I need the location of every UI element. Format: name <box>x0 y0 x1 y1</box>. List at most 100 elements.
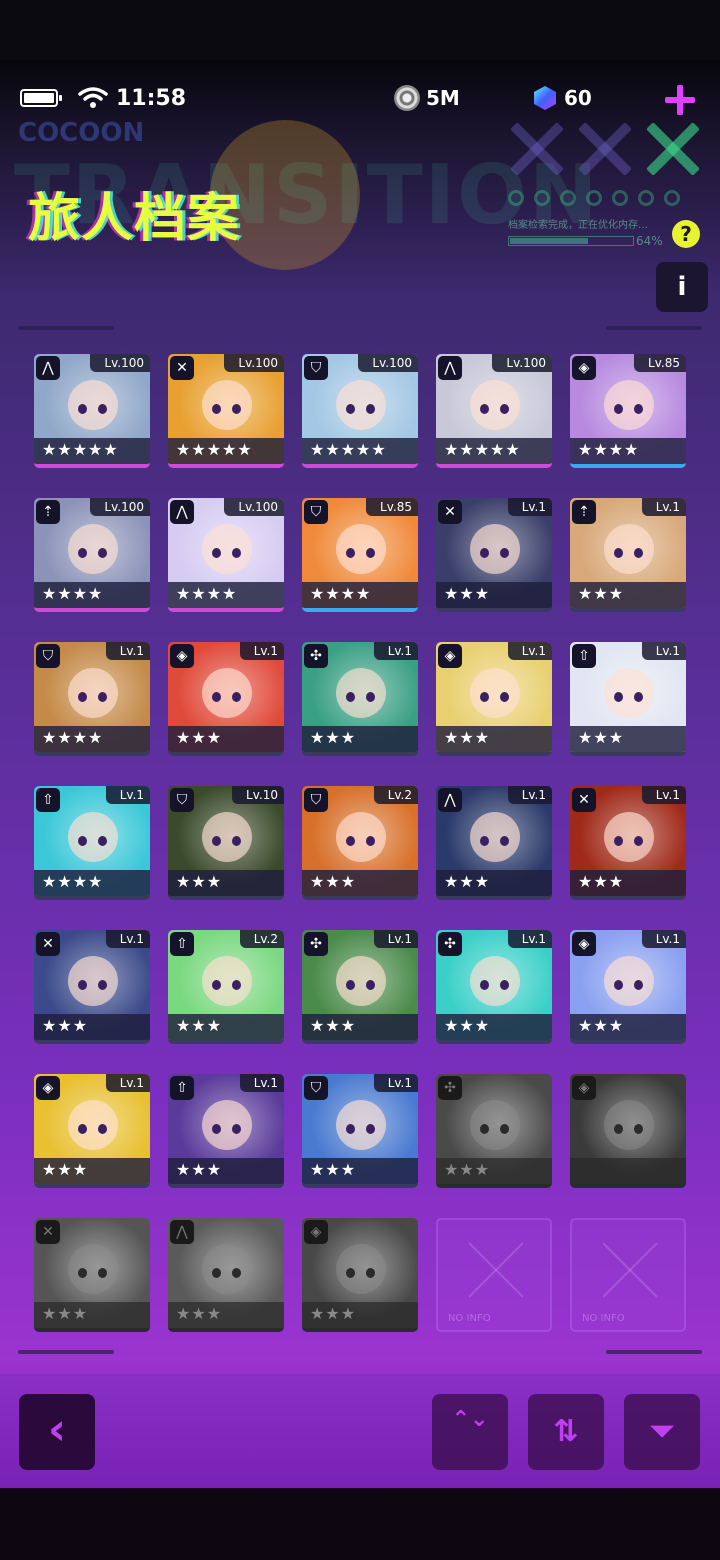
portrait-eye <box>346 692 355 702</box>
portrait-eye <box>480 692 489 702</box>
character-card[interactable]: ⇡ Lv.100 ★★★★ <box>34 498 150 612</box>
character-card[interactable]: ◈ Lv.1 ★★★ <box>436 642 552 756</box>
tent-icon: ⋀ <box>170 1220 194 1244</box>
filter-button[interactable]: ⏷ <box>624 1394 700 1470</box>
portrait-eye <box>78 404 87 414</box>
sort-direction-button[interactable]: ⇅ <box>528 1394 604 1470</box>
character-card[interactable]: ⋀ Lv.100 ★★★★★ <box>436 354 552 468</box>
character-card[interactable]: ⛉ Lv.2 ★★★ <box>302 786 418 900</box>
locked-character-card[interactable]: ✕ ★★★ <box>34 1218 150 1332</box>
character-portrait <box>202 1100 252 1150</box>
portrait-eye <box>346 836 355 846</box>
locked-character-card[interactable]: ◈ ★★★ <box>302 1218 418 1332</box>
shield-icon: ⛉ <box>304 500 328 524</box>
character-card[interactable]: ⛉ Lv.85 ★★★★ <box>302 498 418 612</box>
level-badge: Lv.100 <box>358 354 418 372</box>
clock: 11:58 <box>116 85 187 111</box>
character-card[interactable]: ◈ Lv.1 ★★★ <box>570 930 686 1044</box>
screen: { "status_bar": {"time": "11:58", "coins… <box>0 0 720 1560</box>
character-card[interactable]: ⇡ Lv.1 ★★★ <box>570 498 686 612</box>
character-card[interactable]: ⇧ Lv.1 ★★★★ <box>34 786 150 900</box>
empty-slot[interactable]: NO INFO <box>570 1218 686 1332</box>
portrait-eye <box>78 836 87 846</box>
character-portrait <box>604 956 654 1006</box>
gem-amount: 60 <box>564 86 592 110</box>
gem-counter[interactable]: 60 <box>534 78 592 118</box>
character-portrait <box>68 380 118 430</box>
hud-progress-fill <box>510 238 589 244</box>
status-left: 11:58 <box>20 78 186 118</box>
hud-dots <box>508 190 680 206</box>
add-gems-button[interactable] <box>662 82 698 118</box>
star-rating <box>570 1158 686 1184</box>
character-card[interactable]: ⋀ Lv.100 ★★★★ <box>168 498 284 612</box>
locked-character-card[interactable]: ⋀ ★★★ <box>168 1218 284 1332</box>
character-card[interactable]: ✣ Lv.1 ★★★ <box>302 930 418 1044</box>
portrait-eye <box>212 692 221 702</box>
back-button[interactable]: ‹ <box>19 1394 95 1470</box>
battery-icon <box>20 89 62 107</box>
coin-counter[interactable]: 5M <box>394 78 460 118</box>
empty-slot[interactable]: NO INFO <box>436 1218 552 1332</box>
character-card[interactable]: ⇧ Lv.1 ★★★ <box>168 1074 284 1188</box>
portrait-eye <box>614 548 623 558</box>
character-portrait <box>202 380 252 430</box>
portrait-eye <box>78 548 87 558</box>
character-card[interactable]: ⛉ Lv.1 ★★★★ <box>34 642 150 756</box>
coin-icon <box>394 85 420 111</box>
crossed-swords-icon: ✕ <box>36 932 60 956</box>
character-card[interactable]: ◈ Lv.85 ★★★★ <box>570 354 686 468</box>
star-up-icon: ⇧ <box>170 1076 194 1100</box>
character-portrait <box>470 956 520 1006</box>
character-card[interactable]: ⛉ Lv.100 ★★★★★ <box>302 354 418 468</box>
character-card[interactable]: ✕ Lv.1 ★★★ <box>34 930 150 1044</box>
shield-icon: ⛉ <box>36 644 60 668</box>
help-button[interactable]: ? <box>672 220 700 248</box>
character-card[interactable]: ◈ Lv.1 ★★★ <box>168 642 284 756</box>
portrait-eye <box>212 836 221 846</box>
character-card[interactable]: ◈ Lv.1 ★★★ <box>34 1074 150 1188</box>
character-card[interactable]: ✕ Lv.100 ★★★★★ <box>168 354 284 468</box>
chevron-left-icon: ‹ <box>47 1404 67 1455</box>
sort-order-button[interactable]: ⌃⌄ <box>432 1394 508 1470</box>
star-rating: ★★★ <box>436 582 552 608</box>
character-card[interactable]: ⋀ Lv.100 ★★★★★ <box>34 354 150 468</box>
character-card[interactable]: ✕ Lv.1 ★★★ <box>436 498 552 612</box>
character-card[interactable]: ⛉ Lv.1 ★★★ <box>302 1074 418 1188</box>
x-mark-icon <box>576 120 634 178</box>
star-rating: ★★★ <box>34 1158 150 1184</box>
star-rating: ★★★ <box>168 1158 284 1184</box>
character-card[interactable]: ⇧ Lv.2 ★★★ <box>168 930 284 1044</box>
divider <box>606 326 702 330</box>
character-card[interactable]: ✕ Lv.1 ★★★ <box>570 786 686 900</box>
crossed-swords-icon: ✕ <box>36 1220 60 1244</box>
level-badge: Lv.1 <box>507 930 552 948</box>
portrait-eye <box>500 404 509 414</box>
diamond-icon: ◈ <box>572 356 596 380</box>
ring-icon <box>612 190 628 206</box>
portrait-eye <box>98 836 107 846</box>
portrait-eye <box>614 692 623 702</box>
bottom-bar <box>0 1374 720 1488</box>
character-portrait <box>202 956 252 1006</box>
level-badge: Lv.10 <box>232 786 284 804</box>
locked-character-card[interactable]: ✣ ★★★ <box>436 1074 552 1188</box>
locked-character-card[interactable]: ◈ <box>570 1074 686 1188</box>
portrait-eye <box>232 548 241 558</box>
star-rating: ★★★ <box>436 726 552 752</box>
filter-icon: ⏷ <box>650 1414 674 1449</box>
portrait-eye <box>614 980 623 990</box>
character-card[interactable]: ⛉ Lv.10 ★★★ <box>168 786 284 900</box>
portrait-eye <box>98 980 107 990</box>
diamond-icon: ◈ <box>36 1076 60 1100</box>
portrait-eye <box>346 404 355 414</box>
level-badge: Lv.100 <box>224 354 284 372</box>
character-card[interactable]: ✣ Lv.1 ★★★ <box>436 930 552 1044</box>
character-card[interactable]: ⇧ Lv.1 ★★★ <box>570 642 686 756</box>
character-card[interactable]: ⋀ Lv.1 ★★★ <box>436 786 552 900</box>
shield-icon: ⛉ <box>304 356 328 380</box>
diamond-icon: ◈ <box>438 644 462 668</box>
character-card[interactable]: ✣ Lv.1 ★★★ <box>302 642 418 756</box>
info-button[interactable]: i <box>656 262 708 312</box>
divider <box>18 1350 114 1354</box>
